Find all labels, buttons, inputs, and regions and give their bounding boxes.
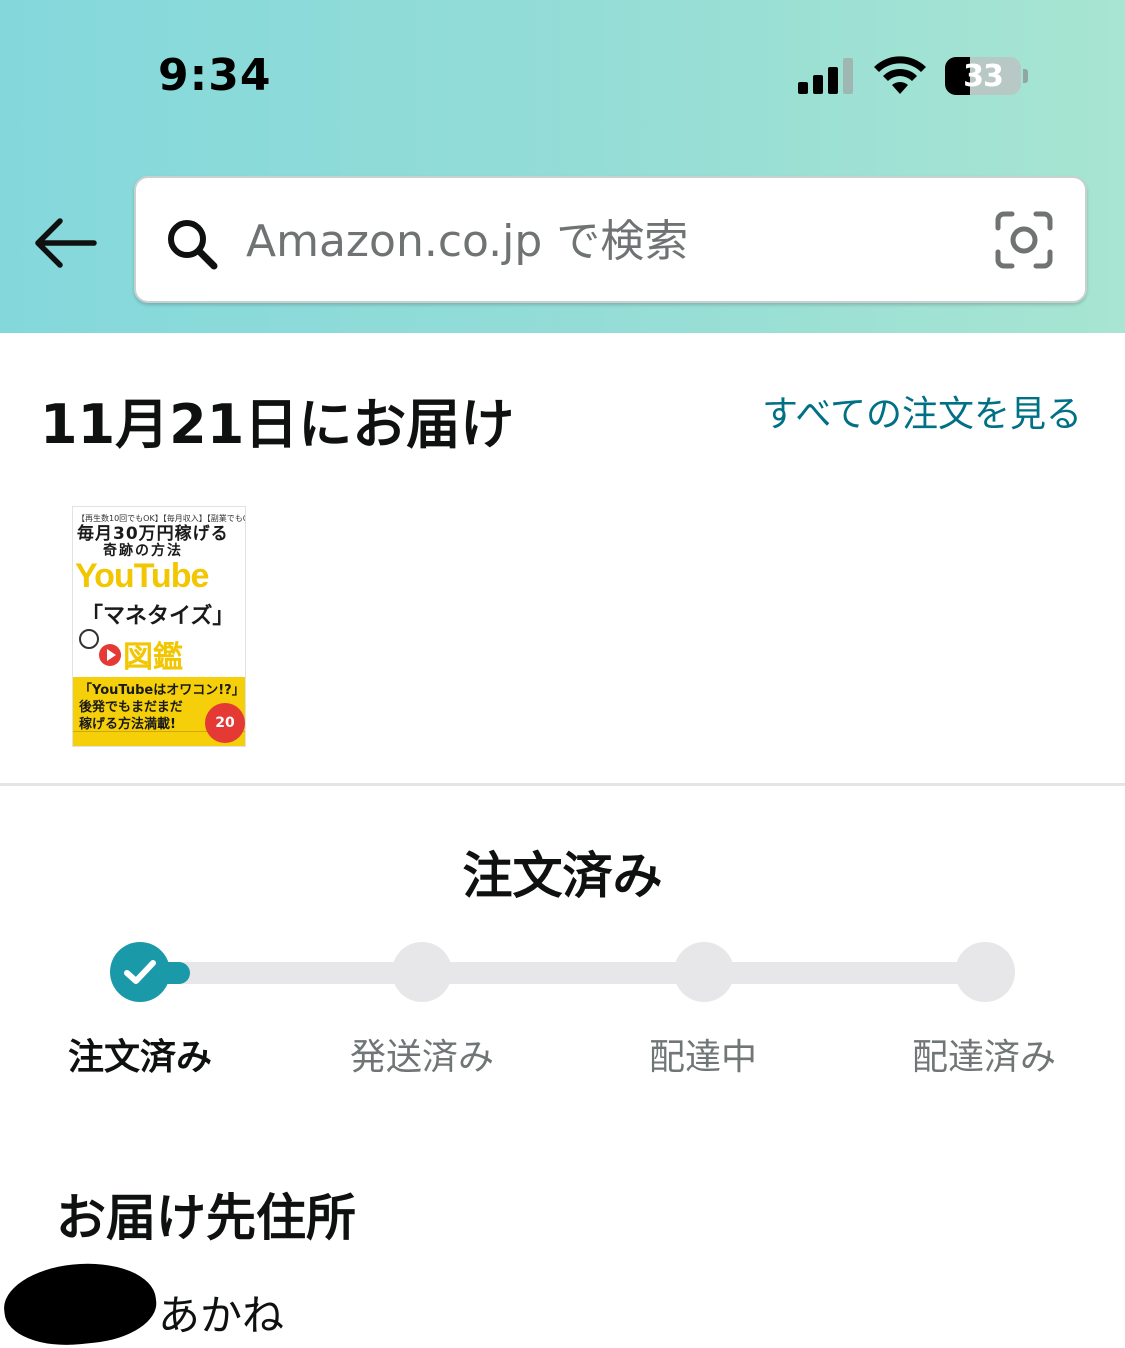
step-label-ordered: 注文済み [67, 1037, 212, 1078]
magnifier-decoration-icon [79, 629, 99, 649]
play-button-icon [99, 644, 121, 666]
step-dot-shipped [392, 942, 452, 1002]
recipient-name: あかね [158, 1291, 285, 1340]
delivery-date-heading: 11月21日にお届け [40, 393, 515, 456]
app-header: 9:34 33 [0, 0, 1125, 333]
view-all-orders-link[interactable]: すべての注文を見る [760, 388, 1082, 442]
redacted-name [0, 1256, 160, 1348]
order-status-title: 注文済み [462, 847, 663, 905]
section-divider [0, 783, 1125, 786]
book-badge: 20 [205, 703, 245, 743]
cellular-signal-icon [798, 58, 853, 94]
back-arrow-icon[interactable] [30, 210, 102, 276]
product-image[interactable]: 【再生数10回でもOK】【毎月収入】【副業でもOK】 毎月30万円稼げる 奇跡の… [72, 506, 246, 747]
search-icon [168, 220, 218, 270]
step-label-delivered: 配達済み [911, 1037, 1056, 1078]
status-time: 9:34 [158, 50, 272, 101]
search-bar[interactable] [134, 176, 1087, 303]
wifi-icon [874, 56, 926, 94]
book-title-main: YouTube [75, 557, 209, 595]
step-dot-ordered [110, 942, 170, 1002]
camera-search-icon[interactable] [994, 210, 1054, 270]
check-icon [124, 960, 156, 984]
book-band-line3: 稼げる方法満載! [79, 717, 176, 732]
step-label-shipped: 発送済み [349, 1037, 494, 1078]
step-label-in-transit: 配達中 [648, 1037, 757, 1078]
search-input[interactable] [246, 206, 946, 276]
book-title-end: 図鑑 [123, 640, 183, 675]
battery-percentage: 33 [963, 58, 1004, 94]
progress-track [140, 962, 985, 984]
book-title-sub: 「マネタイズ」 [81, 604, 235, 629]
battery-cap [1023, 69, 1028, 83]
step-dot-delivered [955, 942, 1015, 1002]
battery-icon: 33 [945, 57, 1021, 95]
step-dot-in-transit [674, 942, 734, 1002]
shipping-address-heading: お届け先住所 [56, 1189, 356, 1247]
